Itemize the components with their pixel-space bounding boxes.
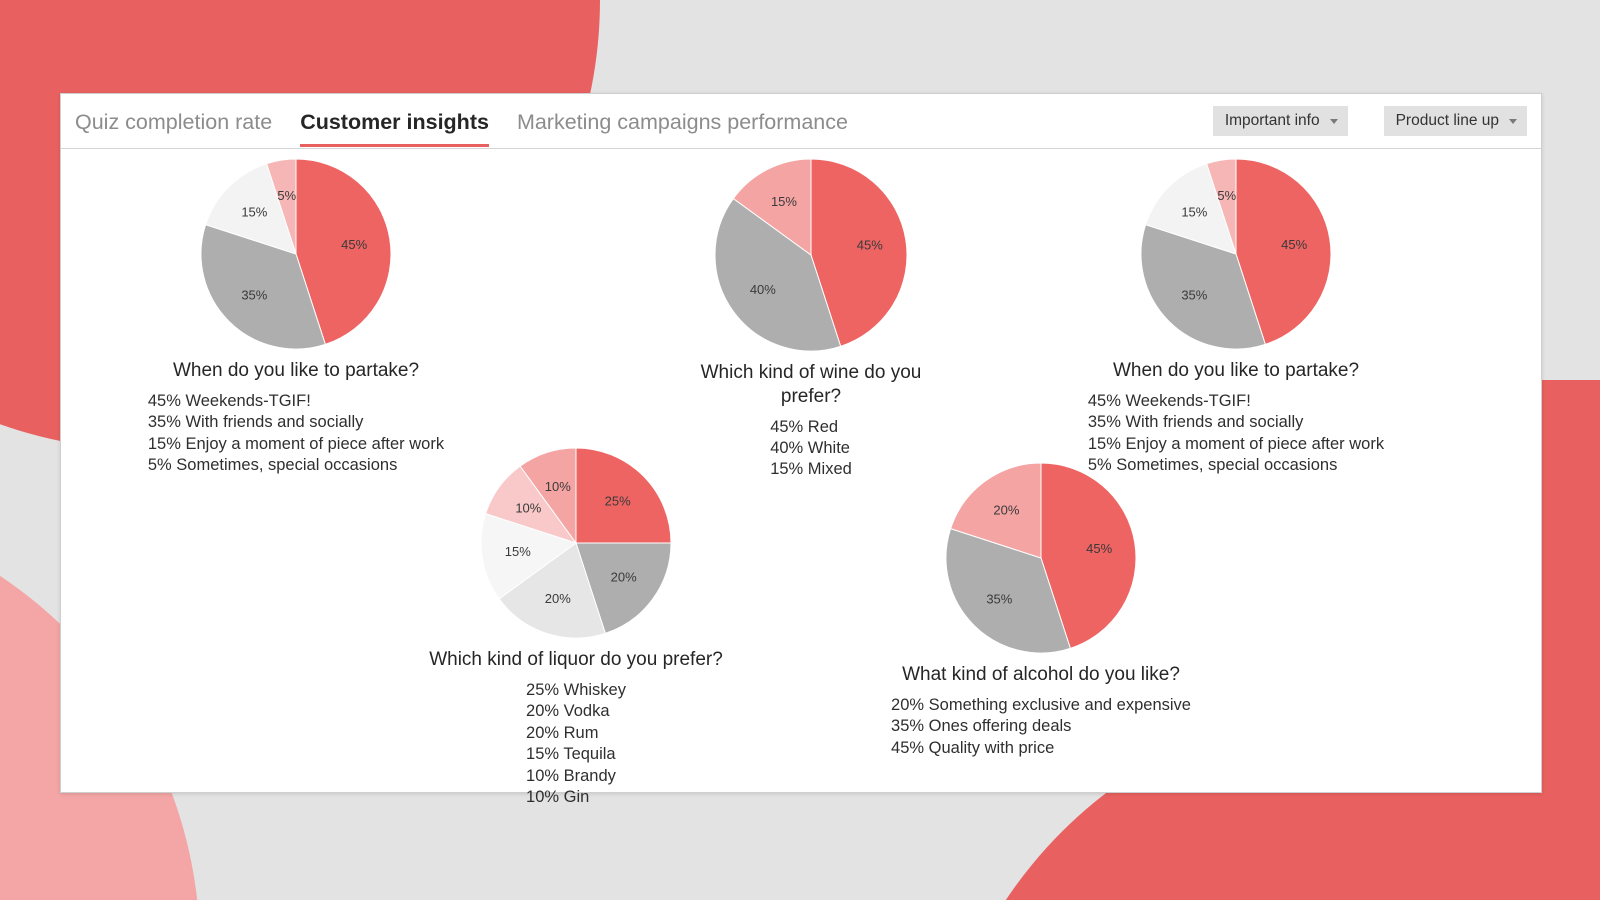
chart-liquor: 25% 20% 20% 15% 10% 10% Which kind of liquor d… [421, 444, 731, 808]
legend-item: 20% Rum [526, 723, 626, 744]
pie-slice-label: 10% [515, 500, 541, 515]
pie-slice-label: 35% [1181, 288, 1207, 303]
legend-item: 35% With friends and socially [1088, 412, 1384, 433]
legend-item: 20% Vodka [526, 701, 626, 722]
dropdown-important-info[interactable]: Important info [1213, 106, 1348, 136]
chart-legend: 25% Whiskey20% Vodka20% Rum15% Tequila10… [526, 680, 626, 809]
pie-slice-label: 45% [1086, 541, 1112, 556]
dropdown-product-lineup[interactable]: Product line up [1384, 106, 1527, 136]
legend-item: 15% Tequila [526, 744, 626, 765]
pie-slice-label: 15% [771, 194, 797, 209]
pie-slice-label: 35% [986, 592, 1012, 607]
legend-item: 45% Weekends-TGIF! [148, 391, 444, 412]
pie-slice-label: 10% [545, 479, 571, 494]
chart-title: Which kind of liquor do you prefer? [429, 648, 723, 672]
legend-item: 15% Mixed [770, 459, 852, 480]
stage: Quiz completion rate Customer insights M… [0, 0, 1600, 900]
pie-slice-label: 45% [857, 238, 883, 253]
chart-title: What kind of alcohol do you like? [902, 663, 1180, 687]
chart-wine: 45% 40% 15% Which kind of wine do you prefe… [681, 155, 941, 481]
legend-item: 45% Weekends-TGIF! [1088, 391, 1384, 412]
legend-item: 45% Quality with price [891, 738, 1191, 759]
pie-chart: 45% 35% 15% 5% [1137, 155, 1335, 353]
chart-title: When do you like to partake? [1113, 359, 1359, 383]
legend-item: 20% Something exclusive and expensive [891, 695, 1191, 716]
pie-slice-label: 20% [545, 591, 571, 606]
chart-legend: 45% Weekends-TGIF!35% With friends and s… [148, 391, 444, 477]
pie-chart: 45% 35% 20% [942, 459, 1140, 657]
pie-chart: 25% 20% 20% 15% 10% 10% [477, 444, 675, 642]
pie-slice-label: 40% [750, 282, 776, 297]
pie-slice-label: 15% [241, 204, 267, 219]
chart-title: When do you like to partake? [173, 359, 419, 383]
legend-item: 10% Brandy [526, 766, 626, 787]
pie-slice-label: 20% [611, 570, 637, 585]
tab-bar: Quiz completion rate Customer insights M… [61, 94, 1541, 149]
tab-marketing-campaigns[interactable]: Marketing campaigns performance [517, 96, 848, 147]
legend-item: 25% Whiskey [526, 680, 626, 701]
dashboard-panel: Quiz completion rate Customer insights M… [60, 93, 1542, 793]
chart-partake-left: 45% 35% 15% 5% When do you like to partake? 4… [131, 155, 461, 477]
legend-item: 40% White [770, 438, 852, 459]
chart-legend: 45% Red40% White15% Mixed [770, 417, 852, 481]
pie-slice-label: 15% [1181, 204, 1207, 219]
pie-slice-label: 5% [1217, 188, 1236, 203]
chart-title: Which kind of wine do you prefer? [681, 361, 941, 409]
legend-item: 45% Red [770, 417, 852, 438]
pie-slice-label: 35% [241, 288, 267, 303]
pie-slice-label: 15% [505, 544, 531, 559]
pie-slice-label: 45% [341, 237, 367, 252]
chart-legend: 20% Something exclusive and expensive35%… [891, 695, 1191, 759]
legend-item: 10% Gin [526, 787, 626, 808]
chart-partake-right: 45% 35% 15% 5% When do you like to partake? 4… [1071, 155, 1401, 477]
tab-customer-insights[interactable]: Customer insights [300, 96, 489, 147]
legend-item: 35% With friends and socially [148, 412, 444, 433]
pie-slice-label: 20% [993, 502, 1019, 517]
chart-alcohol-pref: 45% 35% 20% What kind of alcohol do you lik… [881, 459, 1201, 759]
tab-quiz-completion[interactable]: Quiz completion rate [75, 96, 272, 147]
pie-slice-label: 45% [1281, 237, 1307, 252]
legend-item: 5% Sometimes, special occasions [148, 455, 444, 476]
pie-chart: 45% 40% 15% [711, 155, 911, 355]
pie-slice-label: 5% [277, 188, 296, 203]
legend-item: 35% Ones offering deals [891, 716, 1191, 737]
pie-slice-label: 25% [605, 493, 631, 508]
legend-item: 15% Enjoy a moment of piece after work [1088, 434, 1384, 455]
legend-item: 15% Enjoy a moment of piece after work [148, 434, 444, 455]
pie-chart: 45% 35% 15% 5% [197, 155, 395, 353]
charts-canvas: 45% 35% 15% 5% When do you like to partake? 4… [61, 149, 1541, 847]
